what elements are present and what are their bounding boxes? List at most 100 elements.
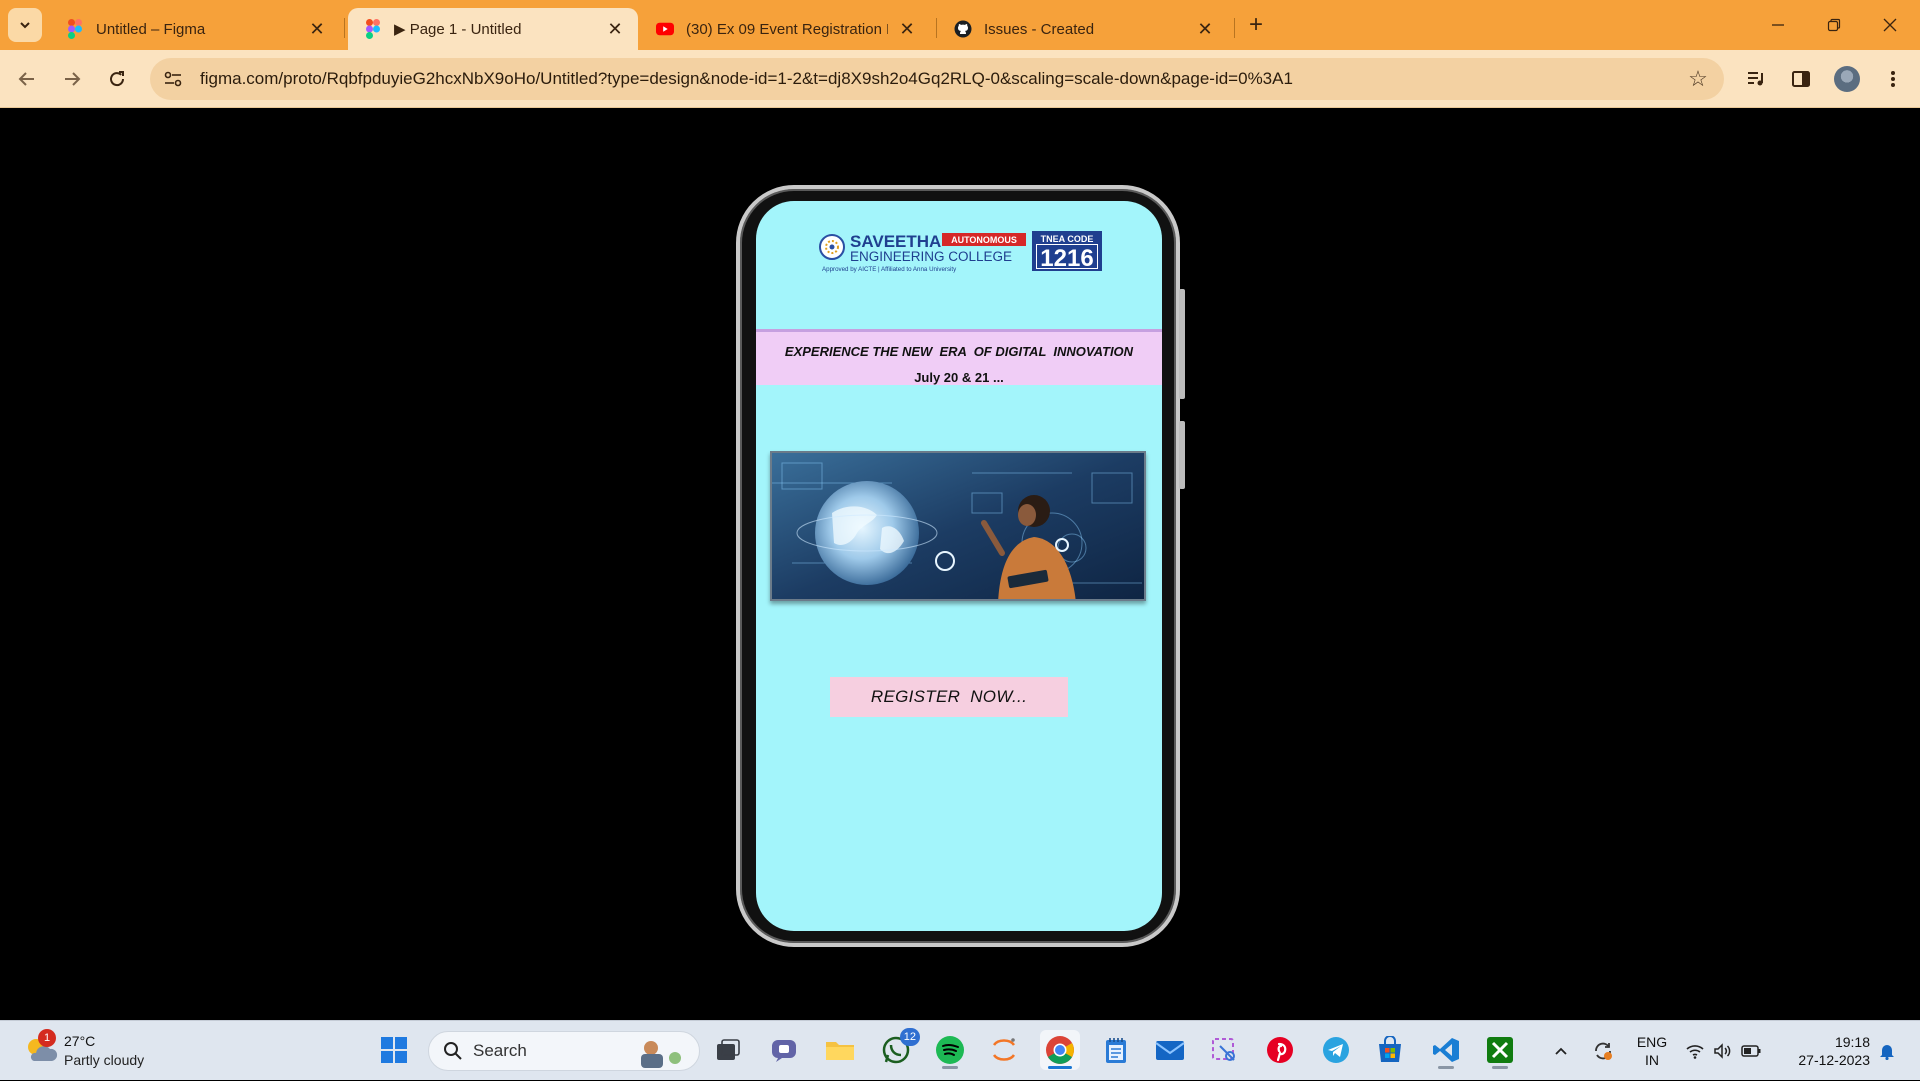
logo-tag: AUTONOMOUS: [951, 235, 1017, 245]
teams-chat-button[interactable]: [764, 1030, 804, 1070]
bookmark-star-icon[interactable]: ☆: [1686, 66, 1710, 91]
tab-youtube[interactable]: (30) Ex 09 Event Registration De ✕: [640, 8, 930, 50]
side-panel-button[interactable]: [1786, 64, 1816, 94]
lang-line1: ENG: [1636, 1034, 1668, 1050]
clock-time: 19:18: [1834, 1034, 1870, 1050]
close-icon[interactable]: ✕: [1194, 18, 1216, 40]
browser-toolbar: figma.com/proto/RqbfpduyieG2hcxNbX9oHo/U…: [0, 50, 1920, 108]
active-indicator: [1048, 1066, 1072, 1069]
close-icon[interactable]: ✕: [896, 18, 918, 40]
store-icon: [1379, 1036, 1401, 1062]
close-icon[interactable]: ✕: [604, 18, 626, 40]
side-panel-icon: [1792, 71, 1810, 87]
notifications-button[interactable]: [1872, 1021, 1902, 1081]
wifi-icon: [1686, 1045, 1704, 1059]
weather-temp: 27°C: [64, 1033, 96, 1049]
chat-icon: [772, 1040, 796, 1062]
chevron-up-icon: [1555, 1047, 1567, 1055]
pinterest-icon: [1267, 1037, 1293, 1063]
forward-button[interactable]: [55, 62, 89, 96]
register-now-button[interactable]: REGISTER NOW...: [830, 677, 1068, 717]
chrome-button[interactable]: [1040, 1030, 1080, 1070]
address-bar[interactable]: figma.com/proto/RqbfpduyieG2hcxNbX9oHo/U…: [150, 58, 1724, 100]
taskbar-search[interactable]: Search: [428, 1031, 700, 1071]
tab-title: Issues - Created: [984, 20, 1095, 38]
jupyter-button[interactable]: [984, 1030, 1024, 1070]
spotify-button[interactable]: [930, 1030, 970, 1070]
event-headline: EXPERIENCE THE NEW ERA OF DIGITAL INNOVA…: [784, 344, 1134, 359]
notepad-button[interactable]: [1096, 1030, 1136, 1070]
back-button[interactable]: [10, 62, 44, 96]
clock-date: 27-12-2023: [1798, 1052, 1870, 1068]
notepad-icon: [1106, 1038, 1126, 1063]
phone-power-button: [1179, 421, 1185, 489]
figma-prototype-viewport: SAVEETHA AUTONOMOUS ENGINEERING COLLEGE …: [0, 109, 1920, 1020]
weather-widget[interactable]: 1 27°C Partly cloudy: [22, 1029, 192, 1073]
system-clock[interactable]: 19:18 27-12-2023: [1780, 1033, 1870, 1069]
microsoft-store-button[interactable]: [1370, 1030, 1410, 1070]
task-view-icon: [717, 1039, 740, 1060]
volume-icon: [1714, 1043, 1731, 1059]
browser-menu-button[interactable]: [1878, 64, 1908, 94]
mail-icon: [1155, 1041, 1185, 1060]
input-language-indicator[interactable]: ENG IN: [1632, 1033, 1672, 1069]
media-control-button[interactable]: [1742, 64, 1772, 94]
close-icon[interactable]: ✕: [306, 18, 328, 40]
snipping-tool-icon: [1212, 1038, 1235, 1061]
task-view-button[interactable]: [708, 1030, 748, 1070]
tab-page-1[interactable]: ▶ Page 1 - Untitled ✕: [348, 8, 638, 50]
search-highlight-icon: [641, 1041, 681, 1068]
running-indicator: [1492, 1066, 1508, 1069]
phone-screen: SAVEETHA AUTONOMOUS ENGINEERING COLLEGE …: [756, 201, 1162, 931]
phone-volume-button: [1179, 289, 1185, 399]
profile-avatar[interactable]: [1834, 66, 1860, 92]
battery-icon: [1741, 1045, 1761, 1057]
whatsapp-unread-badge: 12: [899, 1028, 920, 1046]
bell-icon: [1880, 1045, 1894, 1060]
vscode-button[interactable]: [1426, 1030, 1466, 1070]
telegram-button[interactable]: [1316, 1030, 1356, 1070]
minimize-button[interactable]: [1750, 0, 1806, 50]
reload-button[interactable]: [100, 62, 134, 96]
sync-status-button[interactable]: [1586, 1021, 1620, 1081]
tab-github[interactable]: Issues - Created ✕: [938, 8, 1228, 50]
tab-search-button[interactable]: [8, 8, 42, 42]
lang-line2: IN: [1645, 1052, 1659, 1068]
tab-figma-file[interactable]: Untitled – Figma ✕: [50, 8, 340, 50]
event-banner: EXPERIENCE THE NEW ERA OF DIGITAL INNOVA…: [756, 329, 1162, 385]
sync-icon: [1595, 1042, 1612, 1060]
start-button[interactable]: [374, 1030, 414, 1070]
arrow-left-icon: [18, 72, 34, 86]
more-vertical-icon: [1891, 71, 1895, 87]
file-explorer-button[interactable]: [820, 1030, 860, 1070]
tab-separator: [936, 18, 937, 38]
close-window-button[interactable]: [1862, 0, 1918, 50]
tab-separator: [344, 18, 345, 38]
logo-code: 1216: [1040, 245, 1093, 272]
arrow-right-icon: [65, 72, 81, 86]
xbox-button[interactable]: [1480, 1030, 1520, 1070]
hero-illustration: [772, 453, 1144, 599]
digital-innovation-image: [770, 451, 1146, 601]
show-hidden-icons-button[interactable]: [1546, 1021, 1576, 1081]
logo-line2: ENGINEERING COLLEGE: [850, 249, 1012, 264]
logo-code-label: TNEA CODE: [1041, 234, 1094, 244]
college-logo: SAVEETHA AUTONOMOUS ENGINEERING COLLEGE …: [819, 231, 1102, 273]
pinterest-button[interactable]: [1260, 1030, 1300, 1070]
spotify-icon: [936, 1036, 964, 1064]
event-date: July 20 & 21 ...: [914, 370, 1004, 385]
search-icon: [444, 1042, 462, 1060]
snipping-tool-button[interactable]: [1204, 1030, 1244, 1070]
site-settings-icon[interactable]: [158, 64, 188, 94]
whatsapp-button[interactable]: 12: [876, 1028, 920, 1070]
mail-button[interactable]: [1150, 1030, 1190, 1070]
new-tab-button[interactable]: +: [1240, 11, 1272, 39]
close-icon: [1883, 18, 1897, 32]
figma-icon: [364, 19, 382, 39]
media-queue-icon: [1748, 72, 1763, 86]
github-icon: [954, 20, 972, 38]
url-text: figma.com/proto/RqbfpduyieG2hcxNbX9oHo/U…: [200, 69, 1293, 88]
restore-button[interactable]: [1806, 0, 1862, 50]
chrome-icon: [1046, 1036, 1074, 1064]
quick-settings-button[interactable]: [1682, 1021, 1764, 1081]
